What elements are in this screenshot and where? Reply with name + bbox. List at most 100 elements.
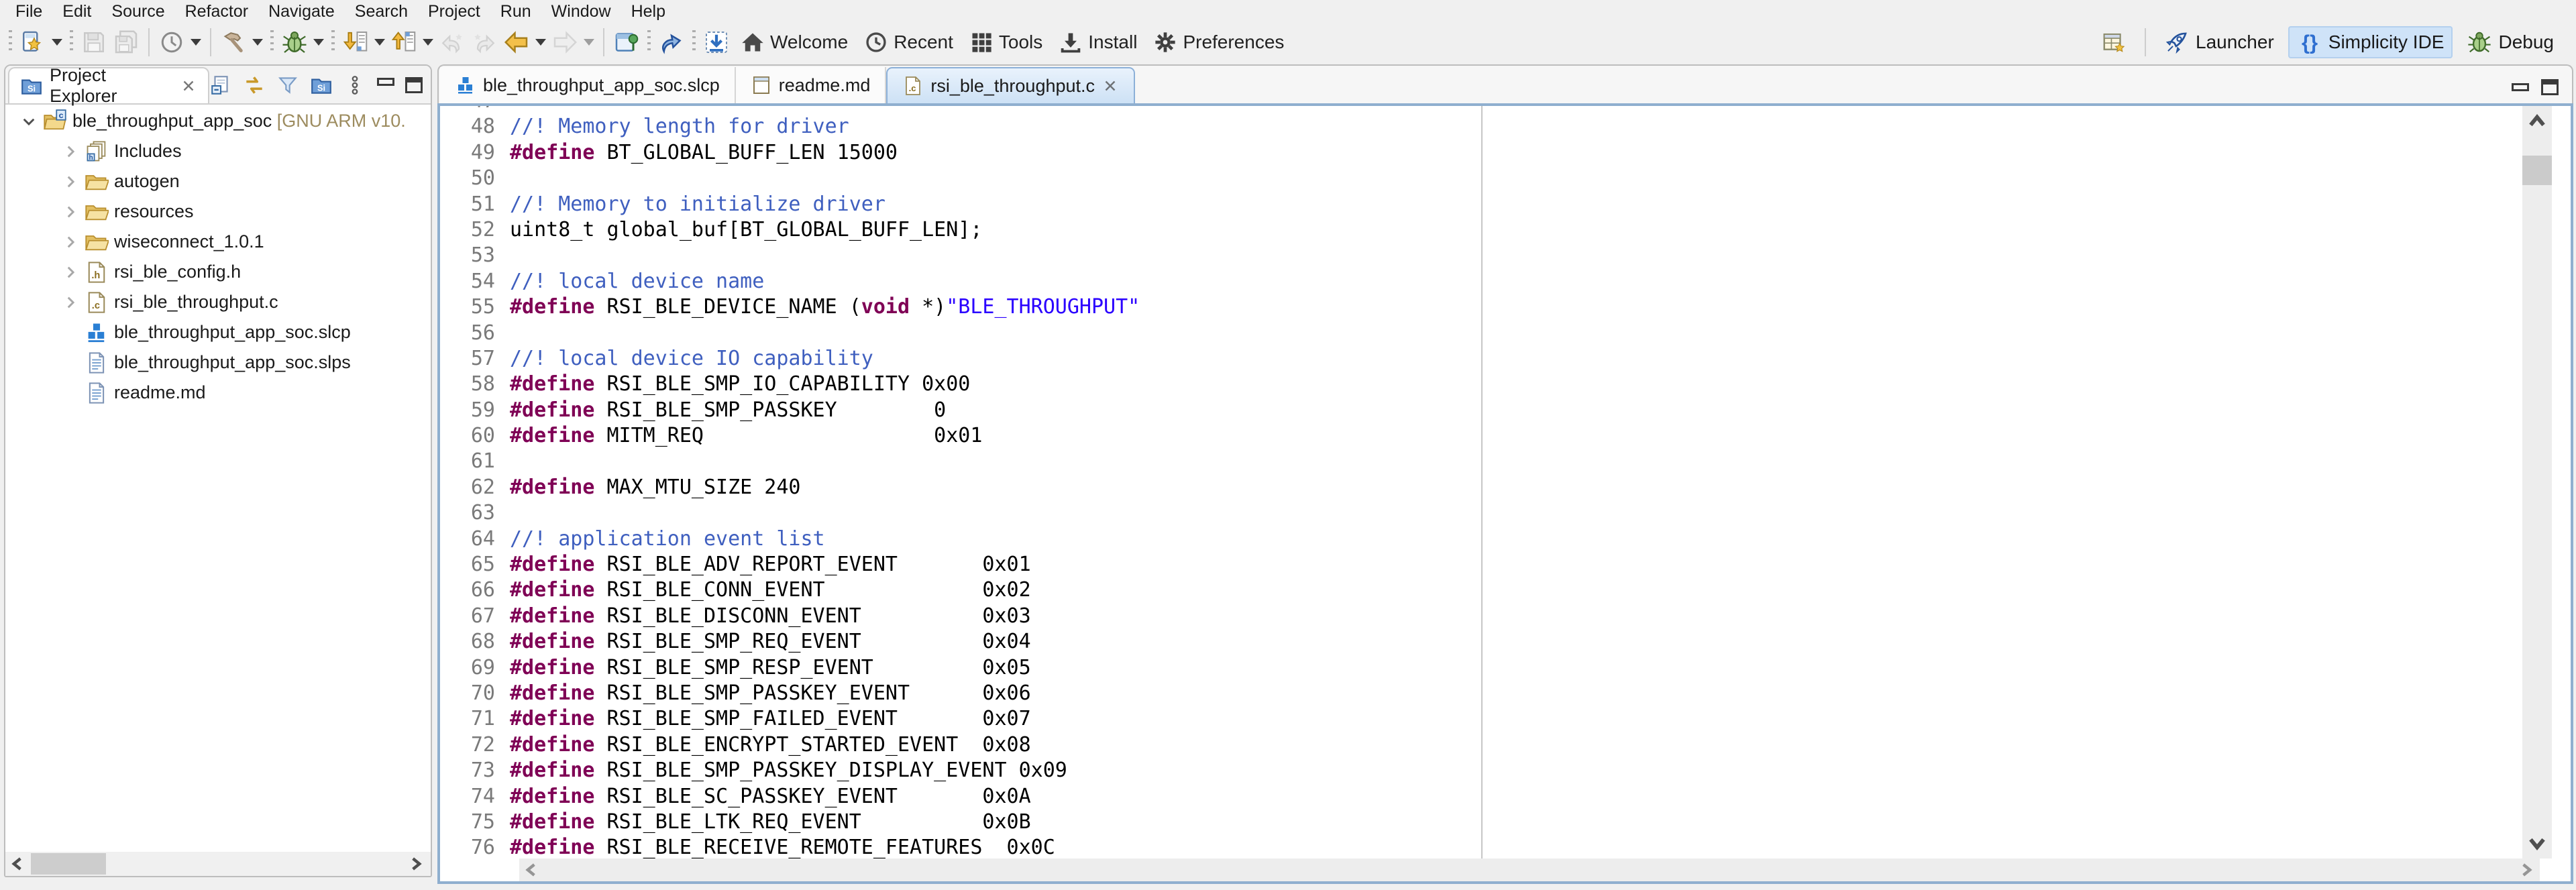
package-explorer-button[interactable] [310,74,333,97]
dropdown-arrow-icon[interactable] [584,39,594,46]
scrollbar-thumb[interactable] [31,853,106,875]
link-with-editor-button[interactable] [243,74,266,97]
pin-editor-button[interactable] [610,26,643,58]
tree-item-wiseconnect[interactable]: wiseconnect_1.0.1 [5,227,431,257]
menu-item[interactable]: Source [101,1,174,22]
tree-item-project[interactable]: ble_throughput_app_soc [GNU ARM v10. [5,106,431,136]
tree-item-slps[interactable]: ble_throughput_app_soc.slps [5,347,431,378]
tree-item-rsi-ble-throughput-c[interactable]: rsi_ble_throughput.c [5,287,431,317]
new-button[interactable] [17,26,65,58]
maximize-editor-button[interactable] [2541,79,2559,95]
dropdown-arrow-icon[interactable] [52,39,62,46]
maximize-view-button[interactable] [405,77,423,93]
scroll-right-icon[interactable] [2517,860,2537,879]
install-button[interactable]: Install [1051,26,1145,58]
code-line: 50 [440,166,2540,191]
build-button[interactable] [217,26,266,58]
dropdown-arrow-icon[interactable] [374,39,385,46]
scrollbar-thumb[interactable] [2522,156,2552,185]
tree-item-readme[interactable]: readme.md [5,378,431,408]
tab-slcp[interactable]: ble_throughput_app_soc.slcp [440,67,736,103]
menu-item[interactable]: Navigate [258,1,345,22]
code-viewport[interactable]: 47 48 //! Memory length for driver 49 #d… [440,106,2540,858]
flash-download-button[interactable] [339,26,388,58]
tree-item-rsi-ble-config-h[interactable]: rsi_ble_config.h [5,257,431,287]
tab-readme[interactable]: readme.md [736,67,887,103]
tree-item-includes[interactable]: Includes [5,136,431,166]
chevron-right-icon[interactable] [62,173,79,190]
chevron-right-icon[interactable] [62,203,79,221]
tree-item-slcp[interactable]: ble_throughput_app_soc.slcp [5,317,431,347]
next-edit-location-button[interactable] [549,26,597,58]
dropdown-arrow-icon[interactable] [535,39,546,46]
line-number: 55 [440,294,510,320]
code-editor[interactable]: 47 48 //! Memory length for driver 49 #d… [437,103,2573,884]
flash-upload-button[interactable] [388,26,436,58]
code-line: 52 uint8_t global_buf[BT_GLOBAL_BUFF_LEN… [440,217,2540,243]
slcp-icon [455,74,476,96]
view-menu-button[interactable] [343,74,366,97]
recent-button[interactable]: Recent [856,26,961,58]
chevron-right-icon[interactable] [62,294,79,311]
editor-vertical-scrollbar[interactable] [2522,106,2552,858]
forward-button[interactable] [468,26,500,58]
debug-perspective-button[interactable]: Debug [2458,26,2563,58]
code-line: 59 #define RSI_BLE_SMP_PASSKEY 0 [440,398,2540,423]
scroll-up-icon[interactable] [2525,110,2549,133]
dropdown-arrow-icon[interactable] [313,39,324,46]
commander-button[interactable] [700,26,733,58]
minimize-view-button[interactable] [377,78,394,86]
filter-button[interactable] [276,74,299,97]
scroll-left-icon[interactable] [522,860,542,879]
code-line: 61 [440,449,2540,474]
scroll-down-icon[interactable] [2525,832,2549,854]
code-line: 74 #define RSI_BLE_SC_PASSKEY_EVENT 0x0A [440,784,2540,810]
tools-button[interactable]: Tools [961,26,1051,58]
open-perspective-button[interactable] [2092,26,2135,58]
tab-rsi-ble-throughput[interactable]: rsi_ble_throughput.c [886,67,1135,103]
line-number: 72 [440,732,510,758]
close-icon[interactable] [1102,77,1119,95]
simplicity-ide-perspective-button[interactable]: Simplicity IDE [2288,26,2453,58]
debug-button[interactable] [278,26,327,58]
dropdown-arrow-icon[interactable] [423,39,433,46]
scroll-right-icon[interactable] [407,854,427,873]
chevron-down-icon[interactable] [20,113,38,130]
save-button[interactable] [78,26,110,58]
preferences-button[interactable]: Preferences [1145,26,1292,58]
line-number: 50 [440,166,510,191]
clock-icon [864,30,888,54]
last-edit-location-button[interactable] [500,26,549,58]
close-icon[interactable] [180,77,197,95]
menu-item[interactable]: Run [490,1,541,22]
menu-item[interactable]: Window [541,1,621,22]
back-button[interactable] [436,26,468,58]
tree-item-autogen[interactable]: autogen [5,166,431,197]
dropdown-arrow-icon[interactable] [191,39,201,46]
menu-item[interactable]: Search [345,1,418,22]
explorer-horizontal-scrollbar[interactable] [5,852,431,876]
debug-bug-icon [281,29,308,56]
menu-item[interactable]: Refactor [175,1,258,22]
launch-console-button[interactable] [655,26,688,58]
device-button[interactable] [156,26,204,58]
chevron-right-icon[interactable] [62,264,79,281]
line-number: 49 [440,140,510,166]
tree-item-resources[interactable]: resources [5,197,431,227]
chevron-right-icon[interactable] [62,143,79,160]
menu-item[interactable]: Project [418,1,490,22]
welcome-button[interactable]: Welcome [733,26,856,58]
editor-horizontal-scrollbar[interactable] [519,858,2540,881]
code-line: 63 [440,500,2540,526]
chevron-right-icon[interactable] [62,233,79,251]
minimize-editor-button[interactable] [2512,83,2529,91]
menu-item[interactable]: Help [621,1,676,22]
menu-item[interactable]: File [5,1,52,22]
save-all-button[interactable] [110,26,142,58]
menu-item[interactable]: Edit [52,1,101,22]
collapse-all-button[interactable] [209,74,232,97]
launcher-perspective-button[interactable]: Launcher [2155,26,2283,58]
scroll-left-icon[interactable] [8,854,28,873]
project-explorer-tab[interactable]: Project Explorer [8,67,209,103]
dropdown-arrow-icon[interactable] [252,39,263,46]
